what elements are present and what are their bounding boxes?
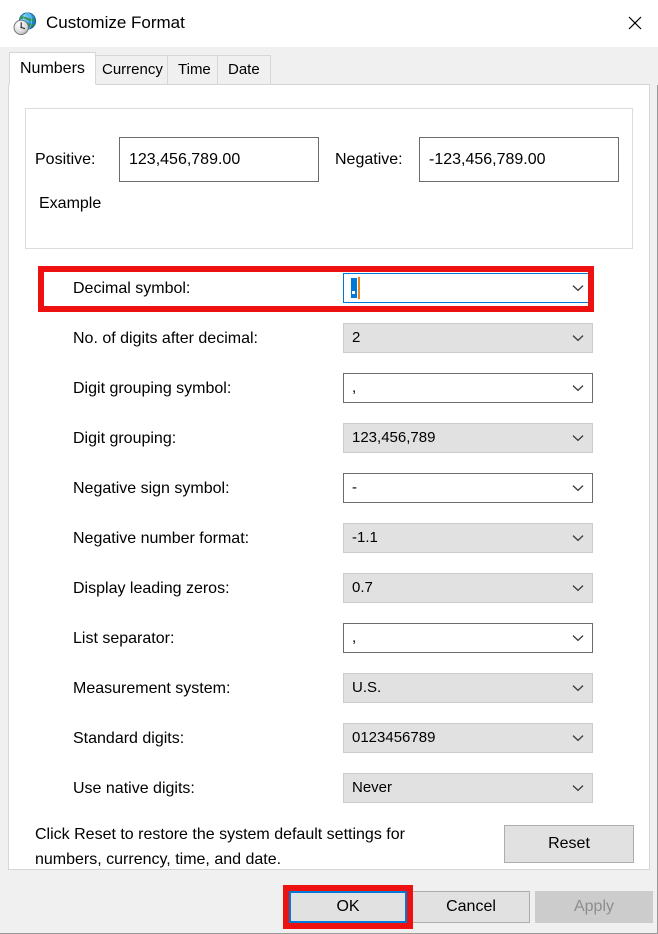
negative-label: Negative: [335, 150, 403, 170]
negative-sign-symbol-label: Negative sign symbol: [73, 479, 230, 499]
list-separator-value: , [352, 624, 356, 652]
digit-grouping-symbol-label: Digit grouping symbol: [73, 379, 231, 399]
chevron-down-icon[interactable] [572, 724, 584, 752]
chevron-down-icon[interactable] [572, 274, 584, 302]
display-leading-zeros-value: 0.7 [352, 574, 373, 602]
negative-number-format-value: -1.1 [352, 524, 378, 552]
digit-grouping-combo[interactable]: 123,456,789 [343, 423, 593, 453]
standard-digits-combo[interactable]: 0123456789 [343, 723, 593, 753]
customize-format-dialog: Customize Format Numbers Currency Time D… [0, 0, 658, 934]
list-separator-label: List separator: [73, 629, 174, 649]
digit-grouping-symbol-combo[interactable]: , [343, 373, 593, 403]
digit-grouping-symbol-value: , [352, 374, 356, 402]
use-native-digits-value: Never [352, 774, 392, 802]
measurement-system-label: Measurement system: [73, 679, 230, 699]
negative-sign-symbol-value: - [352, 474, 357, 502]
example-group-legend: Example [35, 195, 105, 213]
chevron-down-icon[interactable] [572, 374, 584, 402]
region-clock-globe-icon [12, 11, 38, 37]
use-native-digits-combo[interactable]: Never [343, 773, 593, 803]
tab-date[interactable]: Date [217, 55, 271, 85]
numbers-tab-panel: Example Positive: 123,456,789.00 Negativ… [8, 84, 650, 870]
window-title: Customize Format [46, 12, 185, 34]
decimal-symbol-selected-text [351, 278, 357, 298]
tab-time[interactable]: Time [167, 55, 222, 85]
standard-digits-label: Standard digits: [73, 729, 184, 749]
negative-number-format-label: Negative number format: [73, 529, 249, 549]
positive-label: Positive: [35, 150, 95, 170]
chevron-down-icon[interactable] [572, 324, 584, 352]
chevron-down-icon[interactable] [572, 774, 584, 802]
chevron-down-icon[interactable] [572, 574, 584, 602]
standard-digits-value: 0123456789 [352, 724, 435, 752]
reset-description: Click Reset to restore the system defaul… [35, 822, 475, 872]
tab-currency[interactable]: Currency [91, 55, 174, 85]
tab-numbers[interactable]: Numbers [9, 52, 96, 85]
positive-example-value: 123,456,789.00 [119, 137, 319, 182]
measurement-system-combo[interactable]: U.S. [343, 673, 593, 703]
close-icon[interactable] [612, 0, 658, 46]
reset-button[interactable]: Reset [504, 825, 634, 863]
decimal-symbol-combo[interactable] [343, 273, 593, 303]
chevron-down-icon[interactable] [572, 624, 584, 652]
negative-sign-symbol-combo[interactable]: - [343, 473, 593, 503]
digit-grouping-label: Digit grouping: [73, 429, 176, 449]
negative-number-format-combo[interactable]: -1.1 [343, 523, 593, 553]
text-caret [358, 277, 360, 299]
tab-strip: Numbers Currency Time Date [0, 47, 658, 85]
digits-after-decimal-combo[interactable]: 2 [343, 323, 593, 353]
ok-button[interactable]: OK [289, 891, 407, 923]
title-bar: Customize Format [0, 0, 658, 47]
digits-after-decimal-label: No. of digits after decimal: [73, 329, 258, 349]
decimal-symbol-label: Decimal symbol: [73, 279, 190, 299]
chevron-down-icon[interactable] [572, 424, 584, 452]
cancel-button[interactable]: Cancel [412, 891, 530, 923]
chevron-down-icon[interactable] [572, 674, 584, 702]
digit-grouping-value: 123,456,789 [352, 424, 435, 452]
negative-example-value: -123,456,789.00 [419, 137, 619, 182]
chevron-down-icon[interactable] [572, 474, 584, 502]
apply-button: Apply [535, 891, 653, 923]
list-separator-combo[interactable]: , [343, 623, 593, 653]
chevron-down-icon[interactable] [572, 524, 584, 552]
display-leading-zeros-label: Display leading zeros: [73, 579, 230, 599]
display-leading-zeros-combo[interactable]: 0.7 [343, 573, 593, 603]
use-native-digits-label: Use native digits: [73, 779, 195, 799]
digits-after-decimal-value: 2 [352, 324, 360, 352]
measurement-system-value: U.S. [352, 674, 381, 702]
